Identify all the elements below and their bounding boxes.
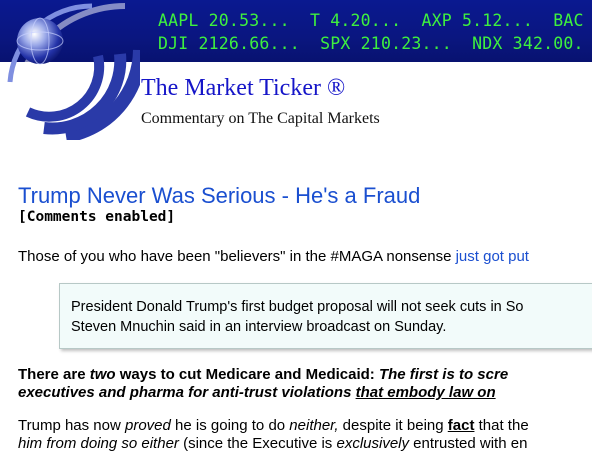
quote-text: President Donald Trump's first budget pr…	[71, 297, 524, 337]
bold-text-c: ways to cut Medicare and Medicaid:	[115, 366, 379, 383]
bold-text-a: There are	[18, 366, 90, 383]
last-line2-d: entrusted with en	[409, 435, 528, 452]
blockquote: President Donald Trump's first budget pr…	[59, 283, 592, 349]
ticker-line-1: AAPL 20.53... T 4.20... AXP 5.12... BAC	[158, 11, 584, 30]
bold-text-d: The first is to scre	[378, 366, 509, 383]
comments-enabled-label: [Comments enabled]	[18, 209, 176, 225]
last-text-d: neither,	[289, 417, 339, 434]
quote-line-1: President Donald Trump's first budget pr…	[71, 299, 524, 315]
globe-arcs-logo-icon[interactable]	[0, 0, 140, 140]
last-text-g: that the	[474, 417, 529, 434]
last-line2-c: exclusively	[336, 435, 410, 452]
bold-line2-a: executives and pharma for anti-trust vio…	[18, 384, 356, 401]
last-text-a: Trump has now	[18, 417, 125, 434]
intro-text: Those of you who have been "believers" i…	[18, 248, 456, 265]
last-line2-a: him from doing so either	[18, 435, 179, 452]
intro-link[interactable]: just got put	[456, 248, 529, 265]
bold-paragraph: There are two ways to cut Medicare and M…	[18, 366, 508, 402]
last-text-c: he is going to do	[170, 417, 290, 434]
last-line2-b: (since the Executive is	[178, 435, 337, 452]
ticker-line-2: DJI 2126.66... SPX 210.23... NDX 342.00.	[158, 34, 584, 53]
bold-line2-b: that embody law on	[355, 384, 496, 401]
bold-text-b: two	[89, 366, 116, 383]
intro-paragraph: Those of you who have been "believers" i…	[18, 248, 529, 265]
last-text-e: despite it being	[338, 417, 448, 434]
site-subtitle: Commentary on The Capital Markets	[141, 110, 380, 127]
last-text-b: proved	[125, 417, 171, 434]
last-paragraph: Trump has now proved he is going to do n…	[18, 417, 529, 453]
last-text-f: fact	[447, 417, 475, 434]
article-title-link[interactable]: Trump Never Was Serious - He's a Fraud	[18, 183, 420, 209]
quote-line-2: Steven Mnuchin said in an interview broa…	[71, 319, 447, 335]
site-title[interactable]: The Market Ticker ®	[141, 75, 345, 102]
